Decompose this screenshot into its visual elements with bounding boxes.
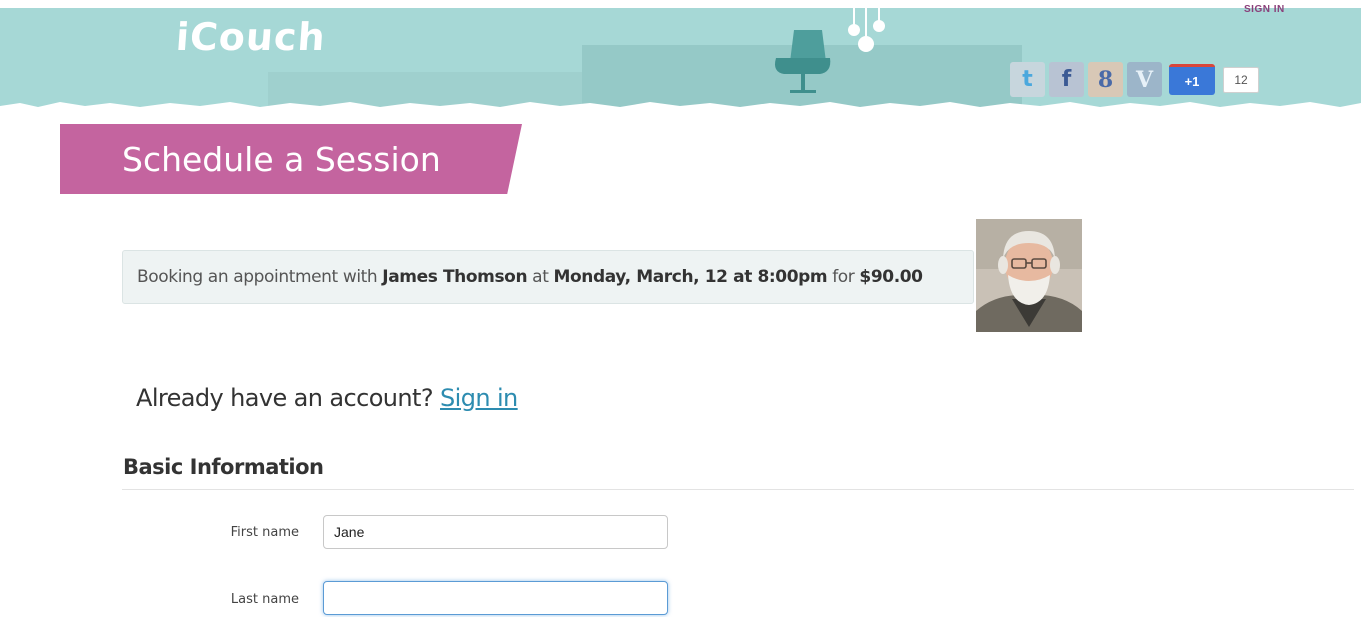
sign-in-prompt-text: Already have an account? — [136, 384, 441, 412]
page-title: Schedule a Session — [122, 140, 441, 179]
basic-information-heading: Basic Information — [123, 455, 324, 479]
icouch-logo[interactable]: iCouch — [174, 15, 327, 59]
header-top-strip — [0, 0, 1361, 8]
header-sign-in-link[interactable]: SIGN IN — [1244, 4, 1285, 15]
last-name-input[interactable] — [323, 581, 668, 615]
sign-in-link[interactable]: Sign in — [440, 384, 518, 412]
social-share-bar: t f 8 V +1 12 — [1010, 62, 1259, 97]
site-header: iCouch SIGN IN t f 8 V +1 12 — [0, 0, 1361, 110]
booking-summary-text: Booking an appointment with James Thomso… — [137, 267, 923, 287]
plus-one-button[interactable]: +1 — [1169, 64, 1215, 95]
last-name-label: Last name — [230, 592, 299, 607]
appointment-datetime: Monday, March, 12 at 8:00pm — [553, 267, 828, 287]
google-plus-icon[interactable]: 8 — [1088, 62, 1123, 97]
booking-prefix: Booking an appointment with — [137, 267, 383, 287]
booking-for: for — [827, 267, 860, 287]
chair-illustration-icon — [775, 30, 831, 93]
section-divider — [122, 489, 1354, 490]
therapist-avatar — [976, 219, 1082, 332]
plus-one-count: 12 — [1223, 66, 1259, 93]
facebook-icon[interactable]: f — [1049, 62, 1084, 97]
first-name-input[interactable] — [323, 515, 668, 549]
twitter-icon[interactable]: t — [1010, 62, 1045, 97]
page-title-banner: Schedule a Session — [60, 124, 522, 194]
therapist-name: James Thomson — [382, 267, 528, 287]
hanging-lamps-icon — [848, 8, 885, 52]
booking-at: at — [527, 267, 554, 287]
vimeo-icon[interactable]: V — [1127, 62, 1162, 97]
first-name-label: First name — [230, 525, 299, 540]
sign-in-prompt: Already have an account? Sign in — [136, 384, 518, 412]
torn-paper-edge — [0, 102, 1361, 110]
appointment-price: $90.00 — [859, 267, 923, 287]
booking-summary: Booking an appointment with James Thomso… — [122, 250, 974, 304]
